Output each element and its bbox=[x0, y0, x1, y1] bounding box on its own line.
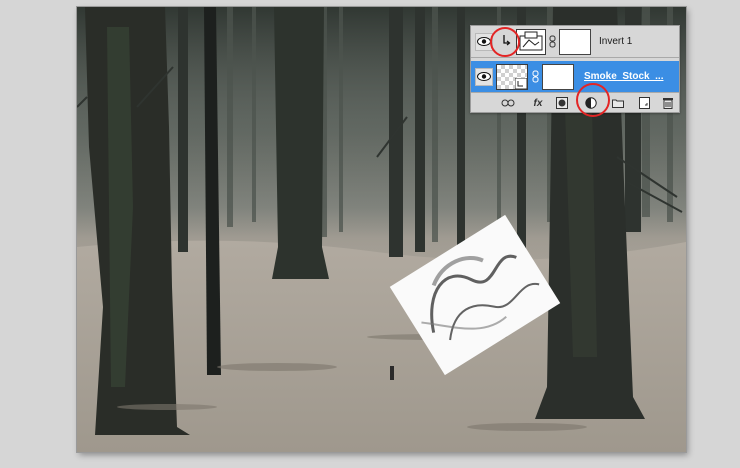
layer-row-smoke-stock[interactable]: Smoke_Stock_... bbox=[471, 61, 679, 93]
smart-object-thumbnail[interactable] bbox=[496, 64, 528, 90]
adjustment-layer-thumbnail[interactable] bbox=[516, 29, 546, 55]
highlight-circle-clip bbox=[490, 27, 520, 57]
layers-bottom-bar: fx bbox=[471, 94, 679, 112]
fx-icon[interactable]: fx bbox=[529, 96, 547, 110]
eye-icon[interactable] bbox=[475, 68, 493, 86]
chain-link-icon[interactable] bbox=[549, 35, 556, 48]
trash-icon[interactable] bbox=[661, 96, 675, 110]
new-group-icon[interactable] bbox=[611, 96, 625, 110]
chain-link-icon[interactable] bbox=[532, 70, 539, 83]
layer-mask-thumbnail[interactable] bbox=[559, 29, 591, 55]
highlight-circle-adjustment bbox=[576, 83, 610, 117]
new-layer-icon[interactable] bbox=[637, 96, 651, 110]
add-mask-icon[interactable] bbox=[555, 96, 569, 110]
link-layers-icon[interactable] bbox=[501, 96, 515, 110]
layer-name[interactable]: Smoke_Stock_... bbox=[584, 71, 663, 82]
layer-name[interactable]: Invert 1 bbox=[599, 36, 632, 47]
layer-mask-thumbnail[interactable] bbox=[542, 64, 574, 90]
